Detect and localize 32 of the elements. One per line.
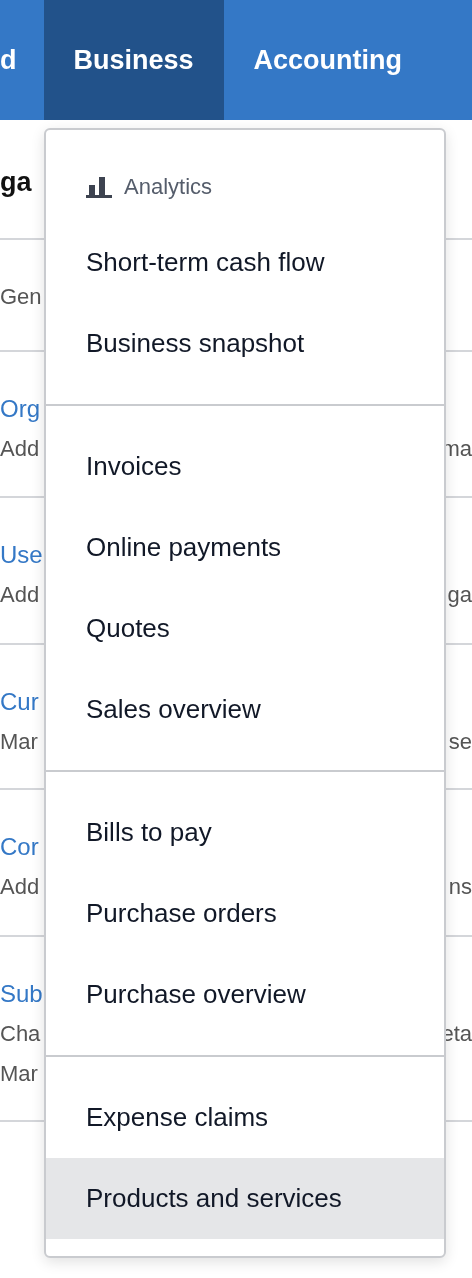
- settings-description: ns: [448, 873, 472, 901]
- menu-section-header: Analytics: [124, 174, 213, 200]
- menu-item[interactable]: Online payments: [46, 507, 444, 588]
- page-heading: ga: [0, 165, 32, 198]
- menu-item[interactable]: Purchase orders: [46, 873, 444, 954]
- menu-item[interactable]: Purchase overview: [46, 954, 444, 1035]
- menu-item[interactable]: Quotes: [46, 588, 444, 669]
- settings-description: ga: [447, 581, 472, 609]
- settings-description: Add: [0, 435, 40, 463]
- settings-description: Cha: [0, 1020, 42, 1048]
- settings-link[interactable]: Use: [0, 540, 43, 570]
- settings-description: Mar: [0, 1060, 39, 1088]
- nav-tab[interactable]: Accounting: [223, 0, 433, 120]
- settings-description: Add: [0, 873, 40, 901]
- menu-item[interactable]: Expense claims: [46, 1077, 444, 1158]
- settings-description: se: [448, 728, 472, 756]
- menu-item[interactable]: Bills to pay: [46, 792, 444, 873]
- menu-item[interactable]: Short-term cash flow: [46, 222, 444, 303]
- settings-link[interactable]: Org: [0, 394, 40, 424]
- settings-description: Mar: [0, 728, 39, 756]
- menu-item[interactable]: Business snapshot: [46, 303, 444, 384]
- settings-link[interactable]: Sub: [0, 979, 43, 1009]
- nav-tab[interactable]: d: [0, 0, 44, 120]
- bar-chart-icon: [86, 176, 112, 198]
- settings-link[interactable]: Cor: [0, 832, 40, 862]
- menu-item[interactable]: Invoices: [46, 426, 444, 507]
- menu-item[interactable]: Sales overview: [46, 669, 444, 750]
- settings-description: Add: [0, 581, 41, 609]
- menu-item[interactable]: Products and services: [46, 1158, 444, 1239]
- nav-tab[interactable]: Business: [43, 0, 224, 120]
- settings-link[interactable]: Cur: [0, 687, 39, 717]
- settings-description: Gen: [0, 283, 42, 311]
